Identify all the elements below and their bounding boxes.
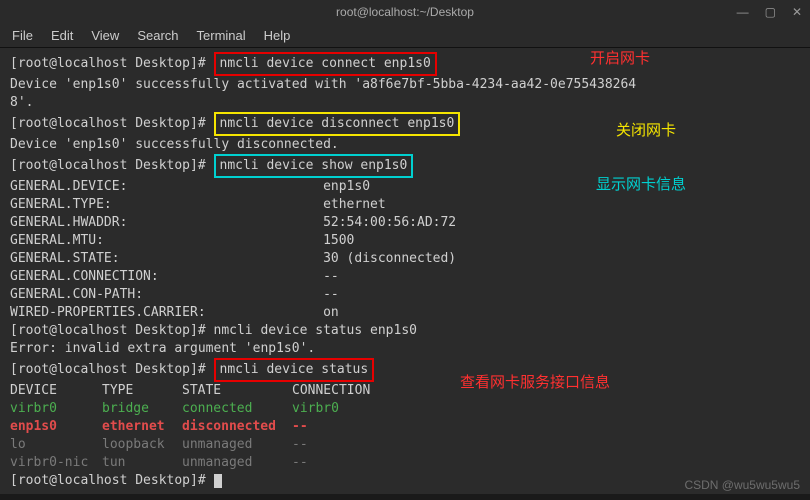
watermark: CSDN @wu5wu5wu5 <box>684 478 800 492</box>
annotation-show-nic-info: 显示网卡信息 <box>596 176 686 194</box>
menu-terminal[interactable]: Terminal <box>197 28 246 43</box>
property-row: GENERAL.TYPE: ethernet <box>10 196 800 214</box>
property-row: GENERAL.CONNECTION: -- <box>10 268 800 286</box>
table-row: virbr0-nictununmanaged-- <box>10 454 800 472</box>
property-row: GENERAL.CON-PATH: -- <box>10 286 800 304</box>
prompt: [root@localhost Desktop]# <box>10 323 214 338</box>
property-row: GENERAL.HWADDR: 52:54:00:56:AD:72 <box>10 214 800 232</box>
highlight-cmd-show: nmcli device show enp1s0 <box>214 154 414 178</box>
annotation-enable-nic: 开启网卡 <box>590 50 650 68</box>
menu-file[interactable]: File <box>12 28 33 43</box>
table-header: DEVICETYPESTATECONNECTION <box>10 382 800 400</box>
menu-help[interactable]: Help <box>264 28 291 43</box>
annotation-disable-nic: 关闭网卡 <box>616 122 676 140</box>
maximize-button[interactable]: ▢ <box>765 5 776 19</box>
close-button[interactable]: ✕ <box>792 5 802 19</box>
property-row: GENERAL.MTU: 1500 <box>10 232 800 250</box>
error-line: Error: invalid extra argument 'enp1s0'. <box>10 340 800 358</box>
prompt: [root@localhost Desktop]# <box>10 56 214 71</box>
prompt: [root@localhost Desktop]# <box>10 158 214 173</box>
menu-edit[interactable]: Edit <box>51 28 73 43</box>
output-line: Device 'enp1s0' successfully activated w… <box>10 76 800 94</box>
table-row: enp1s0ethernetdisconnected-- <box>10 418 800 436</box>
window-controls: — ▢ ✕ <box>737 5 802 19</box>
prompt: [root@localhost Desktop]# <box>10 362 214 377</box>
highlight-cmd-status: nmcli device status <box>214 358 375 382</box>
property-row: GENERAL.STATE: 30 (disconnected) <box>10 250 800 268</box>
highlight-cmd-connect: nmcli device connect enp1s0 <box>214 52 437 76</box>
output-line: Device 'enp1s0' successfully disconnecte… <box>10 136 800 154</box>
command-text: nmcli device status enp1s0 <box>214 323 418 338</box>
prompt: [root@localhost Desktop]# <box>10 116 214 131</box>
minimize-button[interactable]: — <box>737 5 749 19</box>
menu-search[interactable]: Search <box>137 28 178 43</box>
menu-view[interactable]: View <box>91 28 119 43</box>
menubar: File Edit View Search Terminal Help <box>0 24 810 48</box>
window-title: root@localhost:~/Desktop <box>336 5 474 19</box>
annotation-view-nic-status: 查看网卡服务接口信息 <box>460 374 610 392</box>
terminal-output[interactable]: [root@localhost Desktop]# nmcli device c… <box>0 48 810 494</box>
output-line: 8'. <box>10 94 800 112</box>
table-row: loloopbackunmanaged-- <box>10 436 800 454</box>
highlight-cmd-disconnect: nmcli device disconnect enp1s0 <box>214 112 461 136</box>
property-row: WIRED-PROPERTIES.CARRIER: on <box>10 304 800 322</box>
table-row: virbr0bridgeconnectedvirbr0 <box>10 400 800 418</box>
cursor <box>214 474 222 488</box>
window-titlebar: root@localhost:~/Desktop — ▢ ✕ <box>0 0 810 24</box>
prompt: [root@localhost Desktop]# <box>10 473 214 488</box>
